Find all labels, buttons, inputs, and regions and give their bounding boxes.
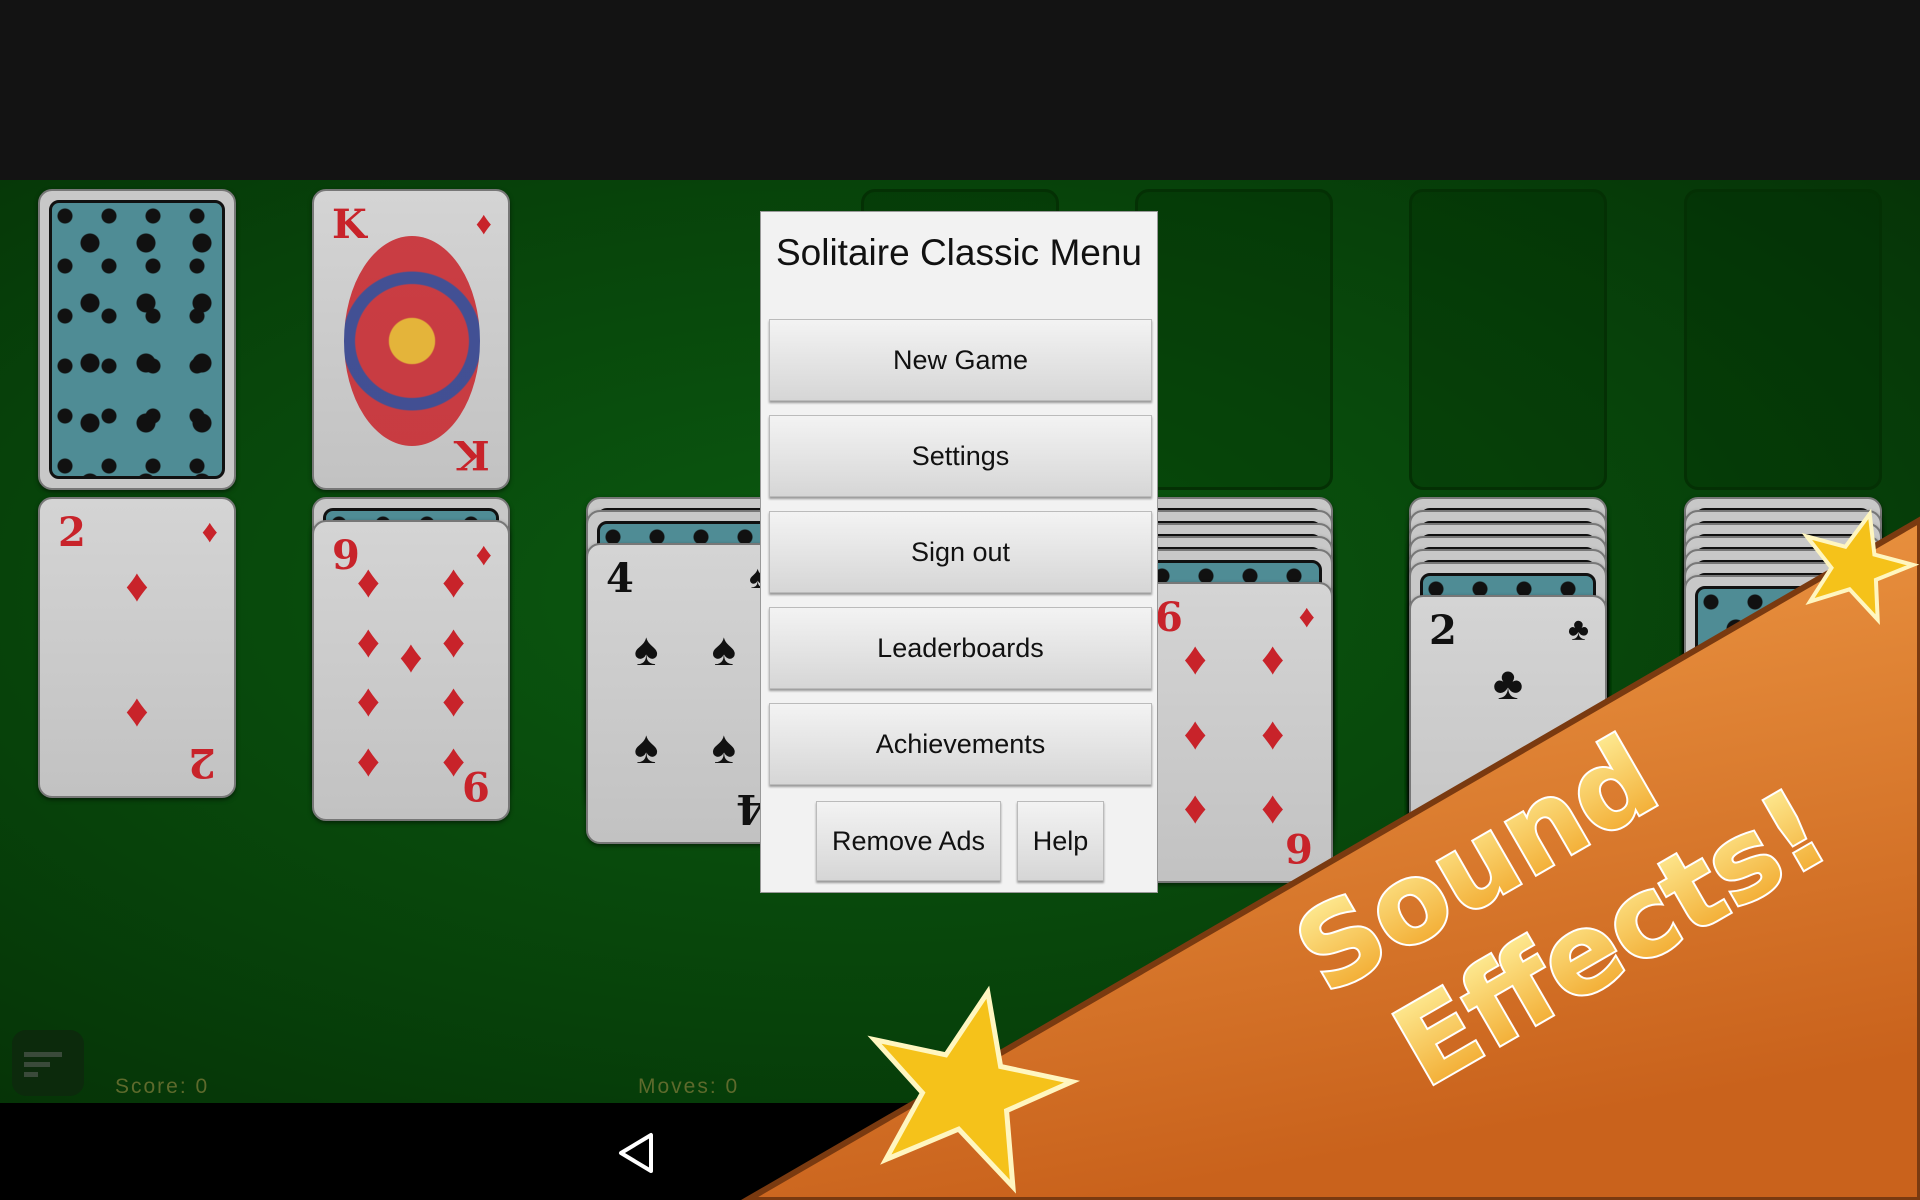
navigation-bar [0,1103,1920,1200]
suit-pip: ♦ [1183,780,1207,833]
undo-button[interactable]: ⮌ [1850,1030,1920,1096]
score-label: Score: 0 [115,1075,210,1098]
card-face[interactable]: K K ♦ [312,189,510,490]
sign-out-button[interactable]: Sign out [769,511,1152,593]
card-rank: 6 [1285,824,1313,871]
foundation-slot[interactable] [1409,189,1607,490]
foundation-slot[interactable] [1135,189,1333,490]
suit-pip: ♠ [633,720,659,773]
suit-pip: ♦ [356,555,381,608]
card-rank: 2 [188,739,216,786]
suit-pip: ♦ [356,733,381,786]
menu-title: Solitaire Classic Menu [775,232,1143,273]
suit-pip: ♦ [441,614,466,667]
card-back[interactable] [38,189,236,490]
card-back-pattern [49,200,225,479]
card-suit: ♦ [475,205,492,241]
card-back[interactable] [1684,575,1882,876]
status-bar [0,0,1920,180]
card-rank: 6 [1155,594,1183,641]
suit-pip: ♦ [125,559,149,612]
back-icon[interactable] [615,1131,659,1175]
help-button[interactable]: Help [1017,801,1104,881]
menu-icon[interactable] [12,1030,84,1096]
menu-dialog: Solitaire Classic Menu New Game Settings… [760,211,1158,893]
card-rank: 2 [1429,607,1457,654]
remove-ads-button[interactable]: Remove Ads [816,801,1001,881]
suit-pip: ♦ [441,555,466,608]
achievements-button[interactable]: Achievements [769,703,1152,785]
card-face[interactable]: 2 2 ♦ ♦ ♦ [38,497,236,798]
suit-pip: ♦ [441,733,466,786]
card-face[interactable]: 2 2 ♣ ♣ ♣ [1409,595,1607,896]
foundation-slot[interactable] [1684,189,1882,490]
card-face[interactable]: 4 4 ♠ ♠ ♠ ♠ ♠ [586,543,784,844]
card-rank: 9 [462,762,490,809]
king-figure [344,236,480,446]
card-suit: ♣ [1568,611,1589,647]
suit-pip: ♦ [125,683,149,736]
card-rank: 2 [58,509,86,556]
new-game-button[interactable]: New Game [769,319,1152,401]
suit-pip: ♦ [356,614,381,667]
suit-pip: ♦ [356,674,381,727]
suit-pip: ♦ [1261,632,1285,685]
settings-button[interactable]: Settings [769,415,1152,497]
card-rank: 4 [606,555,634,602]
suit-pip: ♦ [1183,706,1207,759]
moves-label: Moves: 0 [638,1075,740,1098]
suit-pip: ♣ [1492,657,1524,710]
card-rank: 2 [1559,837,1587,884]
card-suit: ♦ [201,513,218,549]
leaderboards-button[interactable]: Leaderboards [769,607,1152,689]
suit-pip: ♦ [1261,706,1285,759]
card-suit: ♦ [1298,598,1315,634]
suit-pip: ♦ [399,629,423,682]
suit-pip: ♣ [1492,781,1524,834]
card-face[interactable]: 9 9 ♦ ♦ ♦ ♦ ♦ ♦ ♦ ♦ ♦ ♦ [312,520,510,821]
card-rank: K [455,431,490,478]
suit-pip: ♠ [711,720,737,773]
card-rank: K [332,201,367,248]
suit-pip: ♠ [633,622,659,675]
suit-pip: ♦ [441,674,466,727]
card-face[interactable]: 6 6 ♦ ♦ ♦ ♦ ♦ ♦ ♦ [1135,582,1333,883]
card-back-pattern [1695,586,1871,865]
suit-pip: ♠ [711,622,737,675]
suit-pip: ♦ [1261,780,1285,833]
suit-pip: ♦ [1183,632,1207,685]
card-suit: ♦ [475,536,492,572]
